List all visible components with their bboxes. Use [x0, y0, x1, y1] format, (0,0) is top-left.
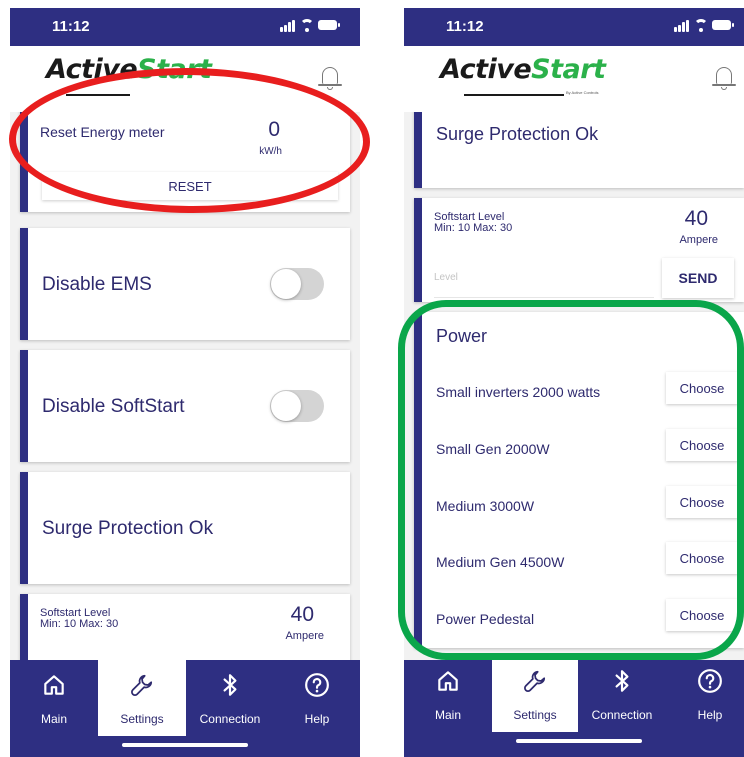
surge-protection-label: Surge Protection Ok [436, 124, 599, 144]
tab-help-label: Help [304, 712, 330, 726]
energy-meter-label: Reset Energy meter [40, 124, 165, 140]
power-option-label: Small Gen 2000W [436, 441, 550, 457]
status-bar: 11:12 [404, 8, 744, 46]
tab-help[interactable]: Help [666, 660, 744, 736]
disable-ems-label: Disable EMS [42, 274, 152, 295]
softstart-level-unit: Ampere [679, 234, 718, 246]
power-card: Power Small inverters 2000 watts Choose … [414, 312, 744, 648]
tab-connection[interactable]: Connection [578, 660, 666, 736]
disable-ems-toggle[interactable] [270, 268, 324, 300]
tab-connection[interactable]: Connection [186, 660, 274, 736]
brand-logo: ActiveStart [440, 54, 606, 85]
disable-softstart-card: Disable SoftStart [20, 350, 350, 462]
tab-settings-label: Settings [513, 708, 557, 722]
brand-logo: ActiveStart [46, 54, 212, 85]
tab-main-label: Main [40, 712, 67, 726]
choose-button[interactable]: Choose [666, 542, 738, 574]
tab-main[interactable]: Main [10, 660, 98, 736]
tab-settings[interactable]: Settings [492, 660, 578, 732]
disable-softstart-label: Disable SoftStart [42, 396, 185, 417]
logo-underline [464, 94, 564, 96]
status-time: 11:12 [52, 18, 90, 35]
app-header: ActiveStart By Active Controls [404, 46, 744, 112]
tab-help-label: Help [697, 708, 723, 722]
home-icon [438, 671, 458, 691]
softstart-level-title: Softstart Level Min: 10 Max: 30 [40, 607, 119, 630]
phone-screen-right: 11:12 ActiveStart By Active Controls Sur… [404, 8, 744, 757]
bluetooth-icon [223, 674, 237, 696]
toggle-knob [271, 269, 301, 299]
send-button[interactable]: SEND [662, 258, 734, 298]
choose-button[interactable]: Choose [666, 372, 738, 404]
tab-help[interactable]: Help [274, 660, 360, 736]
softstart-level-value: 40 [684, 207, 708, 230]
softstart-level-title: Softstart Level Min: 10 Max: 30 [434, 211, 513, 234]
choose-button[interactable]: Choose [666, 599, 738, 631]
surge-protection-label: Surge Protection Ok [42, 518, 214, 539]
tab-bar: Main Settings Connection Help [404, 660, 744, 757]
tab-main[interactable]: Main [404, 660, 492, 736]
home-indicator[interactable] [122, 743, 248, 747]
toggle-knob [271, 391, 301, 421]
surge-protection-card: Surge Protection Ok [20, 472, 350, 584]
settings-content[interactable]: Surge Protection Ok Softstart Level Min: … [404, 112, 744, 660]
softstart-level-unit: Ampere [285, 630, 324, 642]
home-icon [44, 675, 64, 695]
surge-protection-card: Surge Protection Ok [414, 112, 744, 188]
power-title: Power [436, 326, 488, 346]
status-time: 11:12 [446, 18, 484, 35]
reset-button[interactable]: RESET [42, 172, 338, 200]
tab-connection-label: Connection [591, 708, 653, 722]
softstart-level-value: 40 [290, 603, 314, 626]
power-option-row: Small Gen 2000W Choose [436, 429, 738, 469]
status-icons [674, 18, 734, 34]
brand-tagline: By Active Controls [566, 90, 599, 95]
power-option-row: Medium 3000W Choose [436, 486, 738, 526]
energy-meter-unit: kW/h [259, 146, 282, 157]
tab-settings[interactable]: Settings [98, 660, 186, 736]
choose-button[interactable]: Choose [666, 429, 738, 461]
status-bar: 11:12 [10, 8, 360, 46]
disable-ems-card: Disable EMS [20, 228, 350, 340]
tab-main-label: Main [434, 708, 461, 722]
disable-softstart-toggle[interactable] [270, 390, 324, 422]
home-indicator[interactable] [516, 739, 642, 743]
status-icons [280, 18, 340, 34]
tab-connection-label: Connection [199, 712, 261, 726]
bluetooth-icon [615, 670, 629, 692]
help-icon [698, 669, 722, 693]
power-option-row: Small inverters 2000 watts Choose [436, 372, 738, 412]
energy-meter-card: Reset Energy meter 0 kW/h RESET [20, 112, 350, 212]
phone-screen-left: 11:12 ActiveStart Reset Energy meter 0 k… [10, 8, 360, 757]
power-option-row: Medium Gen 4500W Choose [436, 542, 738, 582]
wrench-icon [131, 674, 153, 696]
power-option-label: Small inverters 2000 watts [436, 384, 601, 400]
tab-settings-label: Settings [120, 712, 164, 726]
tab-bar: Main Settings Connection Help [10, 660, 360, 757]
logo-underline [66, 94, 130, 96]
settings-content[interactable]: Reset Energy meter 0 kW/h RESET Disable … [10, 112, 360, 660]
power-option-label: Medium 3000W [436, 498, 535, 514]
softstart-level-card: Softstart Level Min: 10 Max: 30 40 Ampere [20, 594, 350, 660]
wrench-icon [524, 670, 546, 692]
power-option-row: Power Pedestal Choose [436, 599, 738, 639]
energy-meter-value: 0 [268, 118, 280, 141]
bell-icon[interactable] [712, 64, 736, 94]
choose-button[interactable]: Choose [666, 486, 738, 518]
app-header: ActiveStart [10, 46, 360, 112]
softstart-level-input[interactable] [434, 258, 654, 298]
help-icon [305, 673, 329, 697]
softstart-level-card: Softstart Level Min: 10 Max: 30 40 Ampere… [414, 198, 744, 302]
power-option-label: Power Pedestal [436, 611, 535, 627]
bell-icon[interactable] [318, 64, 342, 94]
power-option-label: Medium Gen 4500W [436, 554, 565, 570]
